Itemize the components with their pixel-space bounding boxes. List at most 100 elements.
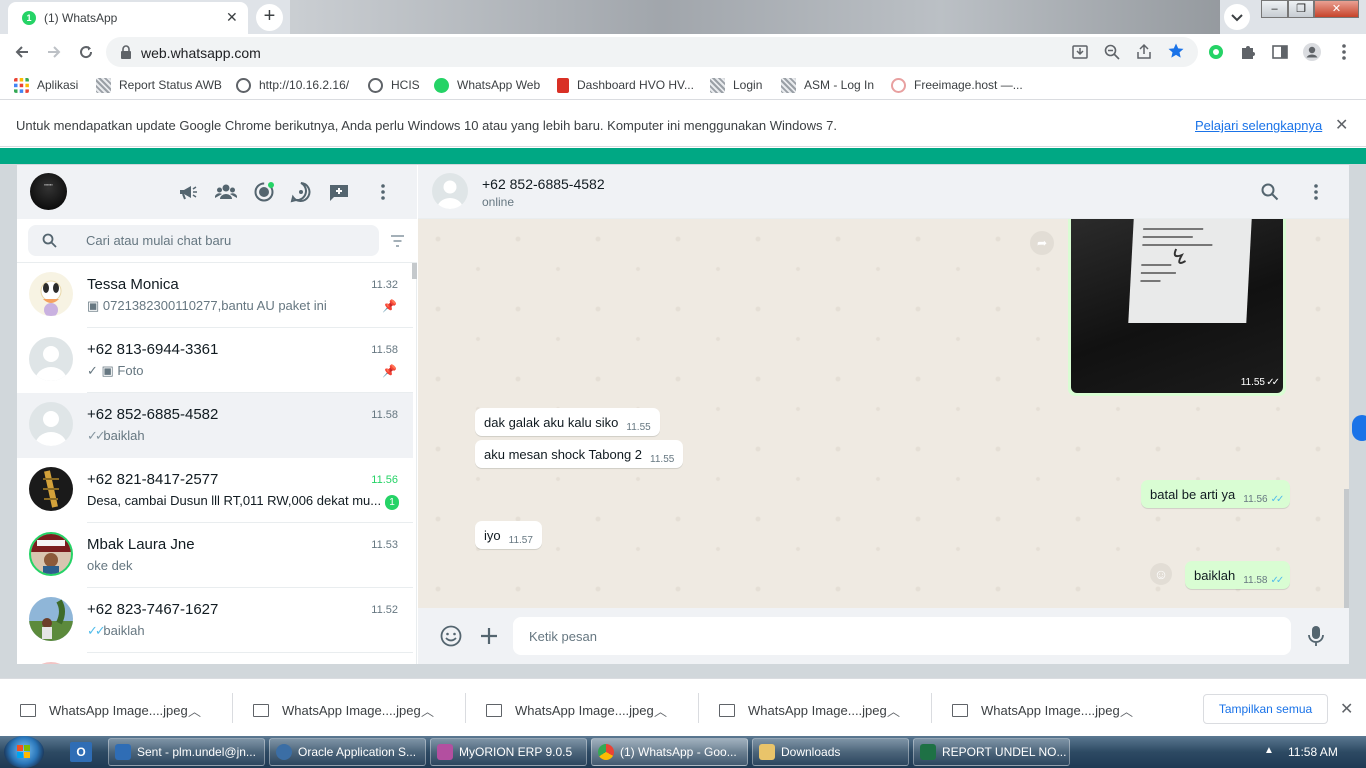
chevron-up-icon[interactable]: ︿ xyxy=(887,701,900,720)
infobar-close-icon[interactable]: ✕ xyxy=(1335,115,1348,135)
back-icon[interactable] xyxy=(12,42,32,62)
bookmark-asm-log-in[interactable]: ASM - Log In xyxy=(781,76,874,94)
conversation-header[interactable]: +62 852-6885-4582 online xyxy=(418,165,1349,219)
image-file-icon xyxy=(952,704,968,717)
chat-item[interactable]: +62 821-8417-2577 11.56 Desa, cambai Dus… xyxy=(17,458,413,523)
chat-time: 11.56 xyxy=(371,474,398,486)
download-item[interactable]: WhatsApp Image....jpeg ︿ xyxy=(699,679,932,737)
taskbar-item-outlook[interactable]: Sent - plm.undel@jn... xyxy=(108,738,265,766)
lock-icon[interactable] xyxy=(120,45,132,59)
bookmark-dashboard-hvo[interactable]: Dashboard HVO HV... xyxy=(557,76,694,94)
attach-plus-icon[interactable] xyxy=(479,626,499,646)
chat-item[interactable]: +62 823-7467-1627 11.52 ✓✓ baiklah xyxy=(17,588,413,653)
chat-item[interactable]: +62 813-6944-3361 11.58 ✓ ▣ Foto 📌 xyxy=(17,328,413,393)
message-bubble-outgoing[interactable]: batal be arti ya 11.56 ✓✓ xyxy=(1141,480,1291,508)
chat-preview-text: baiklah xyxy=(103,623,145,638)
message-bubble-outgoing[interactable]: baiklah 11.58 ✓✓ xyxy=(1185,561,1291,589)
message-bubble-incoming[interactable]: aku mesan shock Tabong 2 11.55 xyxy=(475,440,684,468)
react-emoji-icon[interactable]: ☺ xyxy=(1150,563,1172,585)
share-icon[interactable] xyxy=(1135,43,1153,61)
close-window-button[interactable]: ✕ xyxy=(1314,0,1359,18)
extensions-puzzle-icon[interactable] xyxy=(1238,42,1258,62)
side-tab-handle[interactable] xyxy=(1352,415,1366,441)
show-all-downloads-button[interactable]: Tampilkan semua xyxy=(1203,694,1328,724)
chrome-menu-icon[interactable] xyxy=(1334,42,1354,62)
new-tab-button[interactable]: + xyxy=(256,4,283,31)
broadcast-megaphone-icon[interactable] xyxy=(177,181,199,203)
filter-icon[interactable] xyxy=(390,234,405,248)
profile-avatar-icon[interactable] xyxy=(1302,42,1322,62)
chat-item-partial[interactable] xyxy=(17,653,413,664)
unread-badge: 1 xyxy=(385,495,399,510)
taskbar-item-excel[interactable]: REPORT UNDEL NO... xyxy=(913,738,1070,766)
contact-avatar-default[interactable] xyxy=(432,173,468,209)
maximize-button[interactable]: ❐ xyxy=(1288,0,1314,18)
reload-icon[interactable] xyxy=(76,42,96,62)
forward-icon[interactable] xyxy=(44,42,64,62)
download-item[interactable]: WhatsApp Image....jpeg ︿ xyxy=(233,679,466,737)
chat-list-scrollbar[interactable] xyxy=(412,263,417,279)
install-app-icon[interactable] xyxy=(1071,43,1089,61)
learn-more-link[interactable]: Pelajari selengkapnya xyxy=(1195,118,1322,133)
windows-start-button[interactable] xyxy=(4,736,44,768)
whatsapp-extension-icon[interactable] xyxy=(1206,42,1226,62)
image-message[interactable]: 11.55 ✓✓ xyxy=(1068,219,1286,396)
tab-search-button[interactable] xyxy=(1224,4,1250,30)
menu-dots-icon[interactable] xyxy=(372,181,394,203)
message-area: ➦ 11.55 ✓✓ dak galak aku kalu siko 11.55… xyxy=(418,219,1349,608)
outlook-pinned-icon[interactable]: O xyxy=(70,742,92,762)
tab-close-icon[interactable]: ✕ xyxy=(226,9,238,26)
message-bubble-incoming[interactable]: dak galak aku kalu siko 11.55 xyxy=(475,408,660,436)
globe-icon xyxy=(236,77,251,93)
chat-item[interactable]: Mbak Laura Jne 11.53 oke dek xyxy=(17,523,413,588)
search-icon[interactable] xyxy=(1261,183,1279,201)
download-item[interactable]: WhatsApp Image....jpeg ︿ xyxy=(0,679,233,737)
chat-item[interactable]: Tessa Monica 11.32 ▣ 0721382300110277,ba… xyxy=(17,263,413,328)
bookmark-hcis[interactable]: HCIS xyxy=(368,76,420,94)
chevron-up-icon[interactable]: ︿ xyxy=(421,701,434,720)
double-tick-icon: ✓✓ xyxy=(87,428,106,443)
taskbar-item-myorion[interactable]: MyORION ERP 9.0.5 xyxy=(430,738,587,766)
bookmark-report-status-awb[interactable]: Report Status AWB xyxy=(96,76,222,94)
status-icon[interactable] xyxy=(253,181,275,203)
communities-icon[interactable] xyxy=(215,181,237,203)
my-profile-avatar[interactable]: ▪▪▪▪▪▪ xyxy=(30,173,67,210)
chat-item-active[interactable]: +62 852-6885-4582 11.58 ✓✓ baiklah xyxy=(17,393,413,458)
bookmark-whatsapp-web[interactable]: WhatsApp Web xyxy=(434,76,540,94)
bookmark-freeimage[interactable]: Freeimage.host —... xyxy=(891,76,1023,94)
download-item[interactable]: WhatsApp Image....jpeg ︿ xyxy=(466,679,699,737)
chevron-up-icon[interactable]: ︿ xyxy=(1120,701,1133,720)
microphone-icon[interactable] xyxy=(1308,625,1324,647)
bookmark-star-icon[interactable] xyxy=(1167,42,1185,60)
downloads-close-icon[interactable]: ✕ xyxy=(1340,699,1353,719)
emoji-icon[interactable] xyxy=(440,625,462,647)
channels-icon[interactable] xyxy=(290,181,312,203)
download-item[interactable]: WhatsApp Image....jpeg ︿ xyxy=(932,679,1165,737)
tray-expand-icon[interactable]: ▲ xyxy=(1264,745,1274,756)
forward-icon[interactable]: ➦ xyxy=(1030,231,1054,255)
new-chat-icon[interactable] xyxy=(328,181,350,203)
minimize-button[interactable]: – xyxy=(1261,0,1288,18)
address-bar[interactable]: web.whatsapp.com xyxy=(106,37,1198,67)
side-panel-icon[interactable] xyxy=(1270,42,1290,62)
zoom-icon[interactable] xyxy=(1103,43,1121,61)
tab-whatsapp[interactable]: 1 (1) WhatsApp ✕ xyxy=(8,2,248,34)
taskbar-item-chrome[interactable]: (1) WhatsApp - Goo... xyxy=(591,738,748,766)
message-scrollbar[interactable] xyxy=(1344,489,1349,608)
chevron-up-icon[interactable]: ︿ xyxy=(188,701,201,720)
contact-avatar xyxy=(29,532,73,576)
taskbar-item-oracle[interactable]: Oracle Application S... xyxy=(269,738,426,766)
search-input[interactable]: Cari atau mulai chat baru xyxy=(28,225,379,256)
taskbar-item-downloads[interactable]: Downloads xyxy=(752,738,909,766)
message-text: aku mesan shock Tabong 2 xyxy=(484,447,643,462)
message-bubble-incoming[interactable]: iyo 11.57 xyxy=(475,521,542,549)
pin-icon: 📌 xyxy=(382,364,397,378)
chevron-up-icon[interactable]: ︿ xyxy=(654,701,667,720)
bookmark-aplikasi[interactable]: Aplikasi xyxy=(14,76,78,94)
bookmark-10-16-2-16[interactable]: http://10.16.2.16/ xyxy=(236,76,349,94)
menu-dots-icon[interactable] xyxy=(1307,182,1325,202)
bookmark-login[interactable]: Login xyxy=(710,76,762,94)
chat-time: 11.53 xyxy=(371,539,398,551)
taskbar-clock[interactable]: 11:58 AM xyxy=(1288,745,1338,759)
message-input[interactable]: Ketik pesan xyxy=(513,617,1291,655)
